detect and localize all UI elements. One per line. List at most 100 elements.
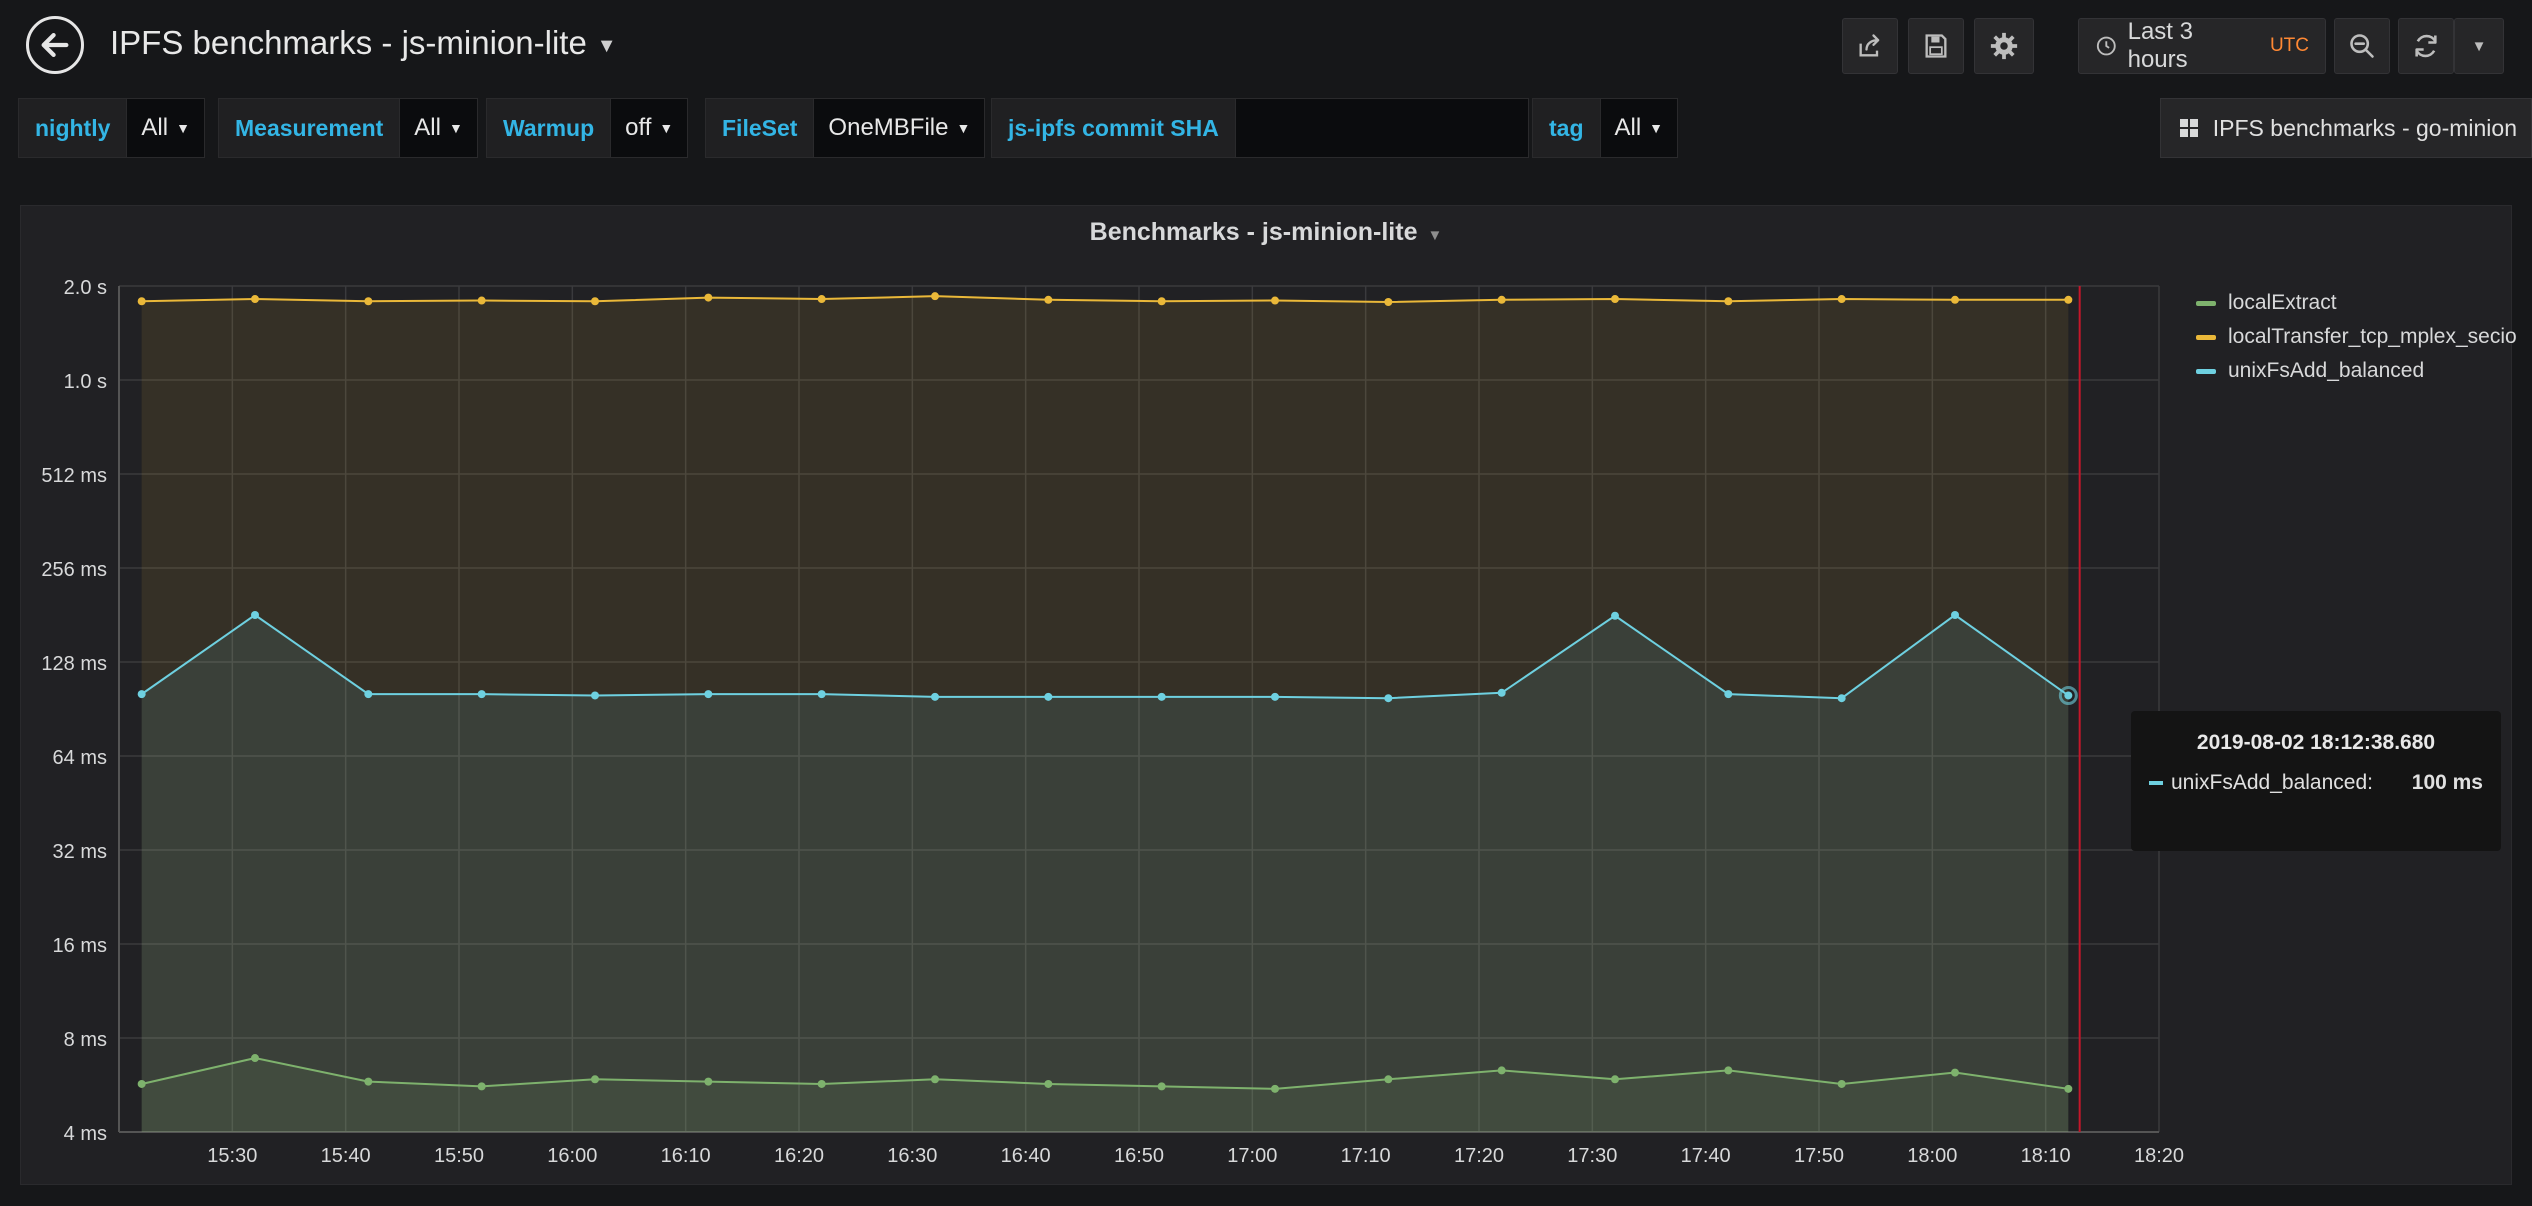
legend-label: unixFsAdd_balanced <box>2228 359 2425 382</box>
data-point-unixFsAdd_balanced <box>251 611 259 620</box>
zoom-out-button[interactable] <box>2334 18 2390 74</box>
data-point-unixFsAdd_balanced <box>591 691 599 700</box>
data-point-localExtract <box>1951 1068 1959 1077</box>
settings-button[interactable] <box>1974 18 2034 74</box>
tooltip-value: 100 ms <box>2411 771 2483 794</box>
caret-down-icon: ▼ <box>659 120 674 136</box>
variable-label: nightly <box>18 98 127 158</box>
tooltip-row: unixFsAdd_balanced: 100 ms <box>2149 771 2483 795</box>
tooltip-series: unixFsAdd_balanced: <box>2171 771 2373 794</box>
x-tick-label: 17:10 <box>1341 1145 1391 1167</box>
tooltip-swatch <box>2149 781 2163 785</box>
data-point-localExtract <box>1611 1075 1619 1084</box>
caret-down-icon: ▼ <box>176 120 190 136</box>
y-tick-label: 256 ms <box>41 559 107 581</box>
data-point-unixFsAdd_balanced <box>1271 692 1279 701</box>
y-tick-label: 512 ms <box>41 465 107 487</box>
data-point-localTransfer_tcp_mplex_secio <box>1157 297 1166 306</box>
dashboard-title-picker[interactable]: IPFS benchmarks - js-minion-lite ▼ <box>110 24 617 62</box>
y-tick-label: 64 ms <box>53 747 107 769</box>
data-point-unixFsAdd_balanced <box>1044 692 1053 701</box>
data-point-localTransfer_tcp_mplex_secio <box>364 297 373 306</box>
save-icon <box>1925 34 1947 58</box>
data-point-localExtract <box>1271 1084 1279 1093</box>
data-point-localTransfer_tcp_mplex_secio <box>1497 295 1506 304</box>
refresh-interval-dropdown[interactable]: ▼ <box>2454 18 2504 74</box>
legend: localExtract localTransfer_tcp_mplex_sec… <box>2196 286 2517 388</box>
x-tick-label: 16:40 <box>1001 1145 1051 1167</box>
back-button[interactable] <box>26 16 84 74</box>
caret-down-icon: ▼ <box>596 35 617 57</box>
data-point-localExtract <box>817 1079 826 1088</box>
graph-canvas[interactable]: 2.0 s 1.0 s 512 ms 256 ms 128 ms 64 ms 32 ms 16… <box>21 206 2221 1186</box>
share-icon <box>1859 34 1880 57</box>
dashboard-link-go-minion[interactable]: IPFS benchmarks - go-minion <box>2159 98 2532 158</box>
data-point-localExtract <box>591 1075 599 1084</box>
x-tick-label: 15:30 <box>207 1145 257 1167</box>
data-point-unixFsAdd_balanced <box>1951 611 1959 620</box>
variable-commit-sha: js-ipfs commit SHA <box>991 98 1529 158</box>
caret-down-icon: ▼ <box>956 120 971 136</box>
data-point-localExtract <box>1157 1082 1166 1091</box>
data-point-localExtract <box>1724 1066 1733 1075</box>
variable-dropdown[interactable]: OneMBFile ▼ <box>813 98 986 158</box>
refresh-button[interactable] <box>2398 18 2454 74</box>
variable-tag: tag All ▼ <box>1532 98 1679 158</box>
data-point-unixFsAdd_balanced <box>1837 694 1846 703</box>
legend-swatch <box>2196 300 2216 306</box>
variable-dropdown[interactable]: All ▼ <box>1599 98 1679 158</box>
x-tick-label: 16:00 <box>547 1145 597 1167</box>
data-point-localTransfer_tcp_mplex_secio <box>931 292 939 301</box>
data-point-localExtract <box>704 1077 713 1086</box>
data-point-localTransfer_tcp_mplex_secio <box>1951 295 1959 304</box>
commit-sha-input[interactable] <box>1234 98 1529 158</box>
data-point-unixFsAdd_balanced <box>137 690 146 699</box>
zoom-out-icon <box>2350 34 2374 58</box>
data-point-localTransfer_tcp_mplex_secio <box>2064 295 2073 304</box>
time-range-picker[interactable]: Last 3 hours UTC <box>2078 18 2326 74</box>
timezone-label: UTC <box>2269 35 2309 56</box>
dashboard-link-label: IPFS benchmarks - go-minion <box>2212 114 2517 141</box>
caret-down-icon: ▼ <box>448 120 463 136</box>
template-variables-bar: nightly All ▼ Measurement All ▼ Warmup off… <box>0 98 2532 158</box>
graph-panel: Benchmarks - js-minion-lite ▼ 2.0 s 1.0 s5… <box>20 205 2517 1186</box>
data-point-localExtract <box>1497 1066 1506 1075</box>
data-point-localExtract <box>477 1082 486 1091</box>
x-tick-label: 17:00 <box>1227 1145 1277 1167</box>
data-point-localTransfer_tcp_mplex_secio <box>1384 298 1393 307</box>
caret-down-icon: ▼ <box>1649 120 1664 136</box>
legend-item-localextract[interactable]: localExtract <box>2196 286 2517 320</box>
variable-dropdown[interactable]: off ▼ <box>610 98 689 158</box>
legend-item-unixfsadd[interactable]: unixFsAdd_balanced <box>2196 354 2517 388</box>
y-tick-label: 16 ms <box>53 935 107 957</box>
data-point-localExtract <box>931 1075 939 1084</box>
refresh-icon <box>2415 34 2437 58</box>
data-point-localTransfer_tcp_mplex_secio <box>704 293 713 302</box>
share-button[interactable] <box>1842 18 1898 74</box>
x-tick-label: 16:50 <box>1114 1145 1164 1167</box>
data-point-localTransfer_tcp_mplex_secio <box>1611 295 1619 304</box>
variable-dropdown[interactable]: All ▼ <box>126 98 205 158</box>
x-tick-label: 17:20 <box>1454 1145 1504 1167</box>
data-point-unixFsAdd_balanced <box>817 690 826 699</box>
data-point-localTransfer_tcp_mplex_secio <box>477 296 486 305</box>
data-point-localExtract <box>1044 1079 1053 1088</box>
data-point-localTransfer_tcp_mplex_secio <box>1044 295 1053 304</box>
x-tick-label: 15:50 <box>434 1145 484 1167</box>
y-tick-label: 2.0 s <box>64 277 107 299</box>
data-point-unixFsAdd_balanced <box>364 690 373 699</box>
data-point-localExtract <box>1837 1079 1846 1088</box>
variable-label: js-ipfs commit SHA <box>991 98 1235 158</box>
x-tick-label: 15:40 <box>321 1145 371 1167</box>
data-point-localExtract <box>1384 1075 1393 1084</box>
legend-item-localtransfer[interactable]: localTransfer_tcp_mplex_secio <box>2196 320 2517 354</box>
data-point-localExtract <box>251 1054 259 1063</box>
y-tick-label: 32 ms <box>53 841 107 863</box>
variable-dropdown[interactable]: All ▼ <box>399 98 478 158</box>
y-tick-label: 1.0 s <box>64 371 107 393</box>
variable-value: All <box>1614 114 1642 141</box>
x-tick-label: 17:30 <box>1567 1145 1617 1167</box>
save-dashboard-button[interactable] <box>1908 18 1964 74</box>
data-point-unixFsAdd_balanced <box>1384 694 1393 703</box>
data-point-localTransfer_tcp_mplex_secio <box>817 295 826 304</box>
